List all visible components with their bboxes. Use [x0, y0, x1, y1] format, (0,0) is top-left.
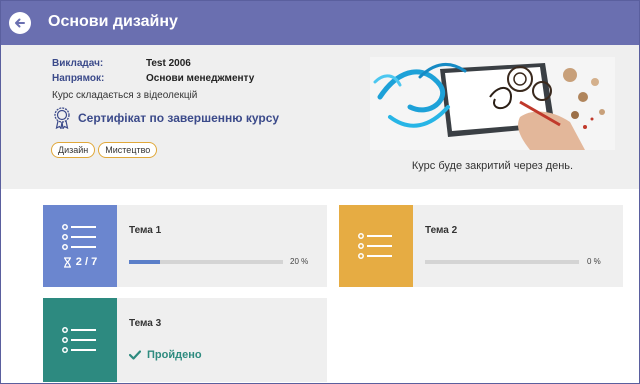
- closing-note: Курс буде закритий через день.: [411, 160, 574, 172]
- topic-tile-2: [339, 205, 413, 287]
- topic-title-1: Тема 1: [129, 225, 162, 236]
- direction-label: Напрямок:: [52, 73, 105, 84]
- topic-card-1[interactable]: 2 / 7 Тема 1 20 %: [43, 205, 327, 287]
- list-icon: [358, 233, 392, 259]
- teacher-row: Викладач: Test 2006: [52, 58, 191, 69]
- topic-progress-bar-1: [129, 260, 283, 264]
- topic-status-3: Пройдено: [129, 349, 202, 361]
- back-button[interactable]: [9, 12, 31, 34]
- teacher-value: Test 2006: [146, 58, 191, 69]
- course-description: Курс складається з відеолекцій: [52, 90, 198, 101]
- top-bar: Основи дизайну: [1, 1, 639, 45]
- topic-title-3: Тема 3: [129, 318, 162, 329]
- arrow-left-icon: [15, 18, 25, 28]
- topic-score-text: 2 / 7: [75, 256, 98, 268]
- teacher-label: Викладач:: [52, 58, 104, 69]
- topic-card-2[interactable]: Тема 2 0 %: [339, 205, 623, 287]
- topic-progress-bar-2: [425, 260, 579, 264]
- direction-row: Напрямок: Основи менеджменту: [52, 73, 254, 84]
- certificate-badge-icon: [54, 107, 70, 129]
- tag-design[interactable]: Дизайн: [51, 142, 96, 158]
- topic-progress-text-2: 0 %: [587, 257, 601, 266]
- certificate-label: Сертифікат по завершенню курсу: [78, 111, 280, 125]
- topic-tile-1: 2 / 7: [43, 205, 117, 287]
- tag-art[interactable]: Мистецтво: [98, 142, 158, 158]
- course-info: Викладач: Test 2006 Напрямок: Основи менед…: [1, 45, 639, 189]
- checkmark-icon: [129, 350, 141, 360]
- list-icon: [62, 327, 96, 353]
- topic-title-2: Тема 2: [425, 225, 458, 236]
- list-icon: [62, 224, 96, 250]
- direction-value: Основи менеджменту: [146, 73, 255, 84]
- certificate-link[interactable]: Сертифікат по завершенню курсу: [52, 107, 279, 129]
- topic-progress-fill-1: [129, 260, 160, 264]
- hourglass-icon: [63, 256, 71, 268]
- page-title: Основи дизайну: [48, 13, 178, 30]
- topic-progress-text-1: 20 %: [290, 257, 309, 266]
- topic-card-3[interactable]: Тема 3 Пройдено: [43, 298, 327, 382]
- app-window: Основи дизайну Викладач: Test 2006 Напрям…: [0, 0, 640, 384]
- topic-tile-3: [43, 298, 117, 382]
- topic-score: 2 / 7: [63, 256, 97, 268]
- tag-list: Дизайн Мистецтво: [51, 142, 158, 158]
- course-cover-image: [370, 57, 615, 150]
- topic-status-text-3: Пройдено: [147, 349, 202, 361]
